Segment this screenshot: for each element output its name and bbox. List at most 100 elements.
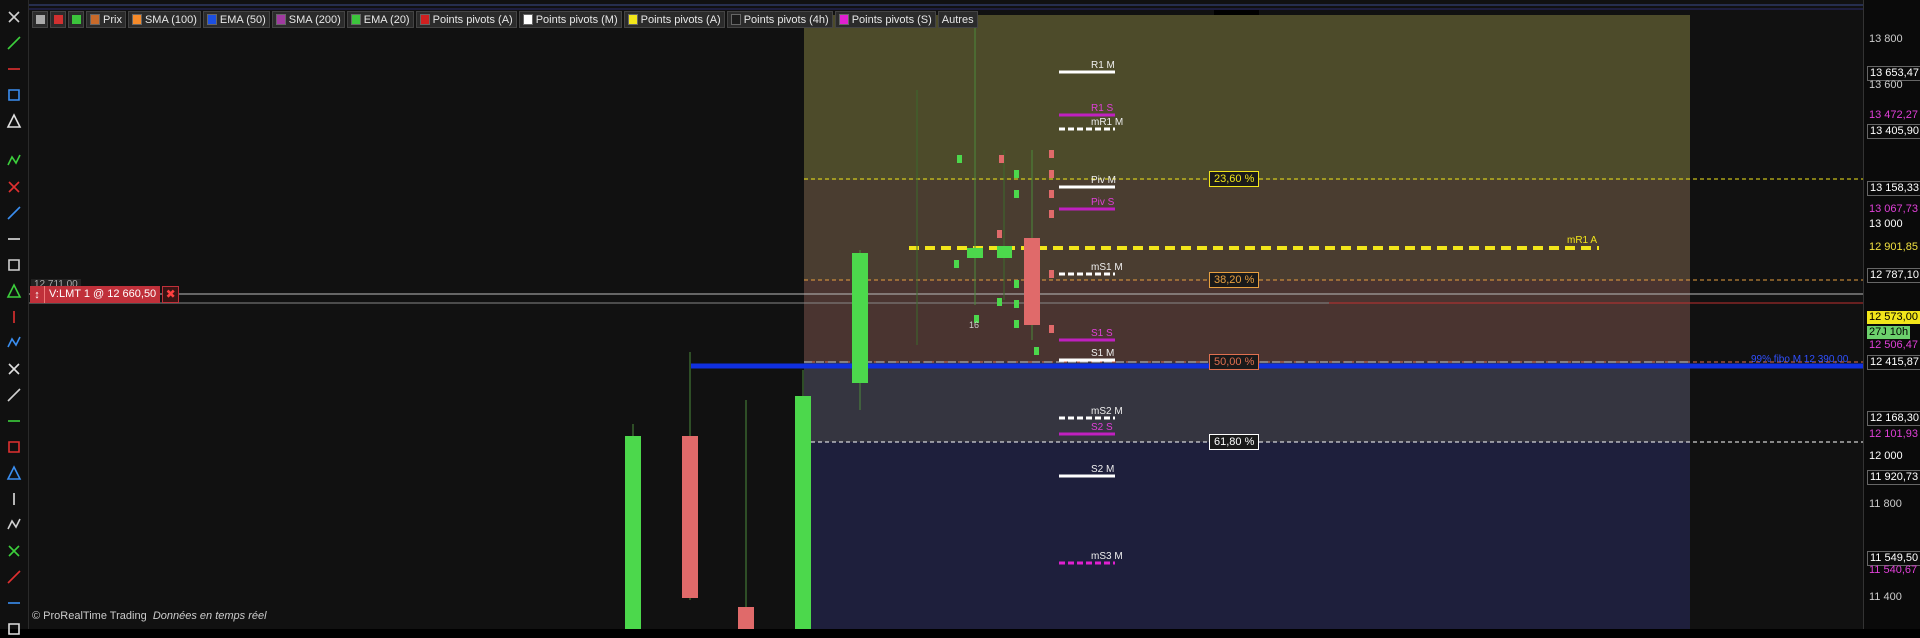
candle-body [1024,238,1040,325]
legend-label: Points pivots (M) [535,13,618,26]
legend-sma100[interactable]: SMA (100) [127,11,201,28]
pivot-label: Piv S [1091,197,1115,208]
pivot-label: S1 M [1091,348,1115,359]
rectangle-icon[interactable] [4,308,24,326]
fib-f-icon[interactable] [4,568,24,586]
zoom-icon[interactable] [4,8,24,26]
legend-alert[interactable] [32,11,48,28]
candle-body [625,436,641,629]
wave-icon[interactable] [4,594,24,612]
price-axis-label: 27J 10h [1867,326,1911,339]
bell-icon [35,15,45,24]
trade-marker [1049,190,1054,198]
channel-icon[interactable] [4,490,24,508]
pivot-label: mR1 M [1091,117,1124,128]
legend-swatch [419,14,430,25]
price-axis-label: 13 158,33 [1867,181,1920,196]
trend-line-icon[interactable] [4,152,24,170]
legend-swatch [206,14,217,25]
pending-order[interactable]: ↕ V:LMT 1 @ 12 660,50 ✖ [30,286,180,303]
trade-marker [1049,210,1054,218]
arrow-icon[interactable] [4,360,24,378]
legend-swatch [90,14,100,25]
trade-marker [1049,270,1054,278]
drawing-toolbar [0,0,29,635]
price-axis-label: 11 800 [1869,498,1902,510]
legend-label: SMA (100) [144,13,197,26]
legend-pivots-m[interactable]: Points pivots (M) [518,11,622,28]
pivot-label: S2 S [1091,422,1113,433]
annual-pivot-label: mR1 A [1567,235,1598,246]
price-axis-label: 13 472,27 [1869,109,1918,121]
price-axis-label: 12 000 [1869,450,1903,462]
legend-add[interactable] [68,11,84,28]
gann-icon[interactable] [4,542,24,560]
green-line-icon[interactable] [4,178,24,196]
legend-prix[interactable]: Prix [86,11,126,28]
copyright-notice: © ProRealTime Trading Données en temps r… [32,610,267,622]
pivot-label: S2 M [1091,464,1115,475]
legend-sma200[interactable]: SMA (200) [271,11,345,28]
trade-marker [1014,300,1019,308]
legend-swatch [350,14,361,25]
pivot-label: mS2 M [1091,406,1123,417]
zigzag-icon[interactable] [4,464,24,482]
legend-delete[interactable] [50,11,66,28]
delete-icon [53,15,63,24]
pivot-label: S1 S [1091,328,1113,339]
triangle-icon[interactable] [4,334,24,352]
segment-icon[interactable] [4,412,24,430]
trade-marker [1049,170,1054,178]
legend-swatch [838,14,849,25]
trash-icon[interactable] [4,256,24,274]
legend-pivots-s[interactable]: Points pivots (S) [834,11,936,28]
price-axis-label: 12 101,93 [1869,428,1918,440]
price-axis-label: 12 901,85 [1869,241,1918,253]
candle-body [738,607,754,629]
chart-canvas[interactable] [29,0,1863,629]
vertical-line-icon[interactable] [4,386,24,404]
magnet-icon[interactable] [4,112,24,130]
tools-icon[interactable] [4,620,24,638]
order-drag-handle[interactable]: ↕ [30,286,44,303]
price-axis-label: 13 067,73 [1869,203,1918,215]
alert-bell-icon[interactable] [4,34,24,52]
legend-pivots-a[interactable]: Points pivots (A) [415,11,517,28]
cancel-order-icon[interactable]: ✖ [162,286,180,303]
legend-ema50[interactable]: EMA (50) [202,11,270,28]
trade-marker [997,298,1002,306]
legend-autres[interactable]: Autres [937,11,978,28]
trade-marker [1034,347,1039,355]
ruler-icon[interactable] [4,86,24,104]
fib-level-label: 50,00 % [1209,354,1260,370]
legend-swatch [275,14,286,25]
trade-marker [999,155,1004,163]
trade-marker [997,230,1002,238]
fib-level-label: 61,80 % [1209,434,1260,450]
trade-marker [1014,170,1019,178]
red-line-icon[interactable] [4,204,24,222]
legend-label: SMA (200) [288,13,341,26]
alert-add-icon[interactable] [4,60,24,78]
ema-line-label: 99% fibo M 12 390,00 [1751,354,1849,365]
add-indicator-icon [71,15,81,24]
red-horizontal-line-icon[interactable] [4,282,24,300]
price-chart[interactable]: Prix SMA (100) EMA (50) SMA (200) EMA (20) Po… [29,0,1863,629]
legend-pivots-4h[interactable]: Points pivots (4h) [726,11,833,28]
trade-marker [954,260,959,268]
pivot-label: R1 M [1091,60,1115,71]
price-axis-label: 11 920,73 [1867,470,1920,485]
order-label: V:LMT 1 @ 12 660,50 [44,286,161,303]
horizontal-line-icon[interactable] [4,230,24,248]
trade-marker-large [997,246,1012,258]
trade-count-label: 16 [969,320,980,330]
legend-label: Prix [103,13,122,26]
brand-text: © ProRealTime Trading [32,610,147,622]
price-axis[interactable]: 13 800 13 653,47 13 600 13 472,27 13 405,90 1… [1863,0,1920,629]
legend-ema20[interactable]: EMA (20) [346,11,414,28]
fibonacci-icon[interactable] [4,438,24,456]
legend-pivots-a2[interactable]: Points pivots (A) [623,11,725,28]
legend-label: Points pivots (A) [432,13,513,26]
trade-marker [1014,320,1019,328]
pitchfork-icon[interactable] [4,516,24,534]
